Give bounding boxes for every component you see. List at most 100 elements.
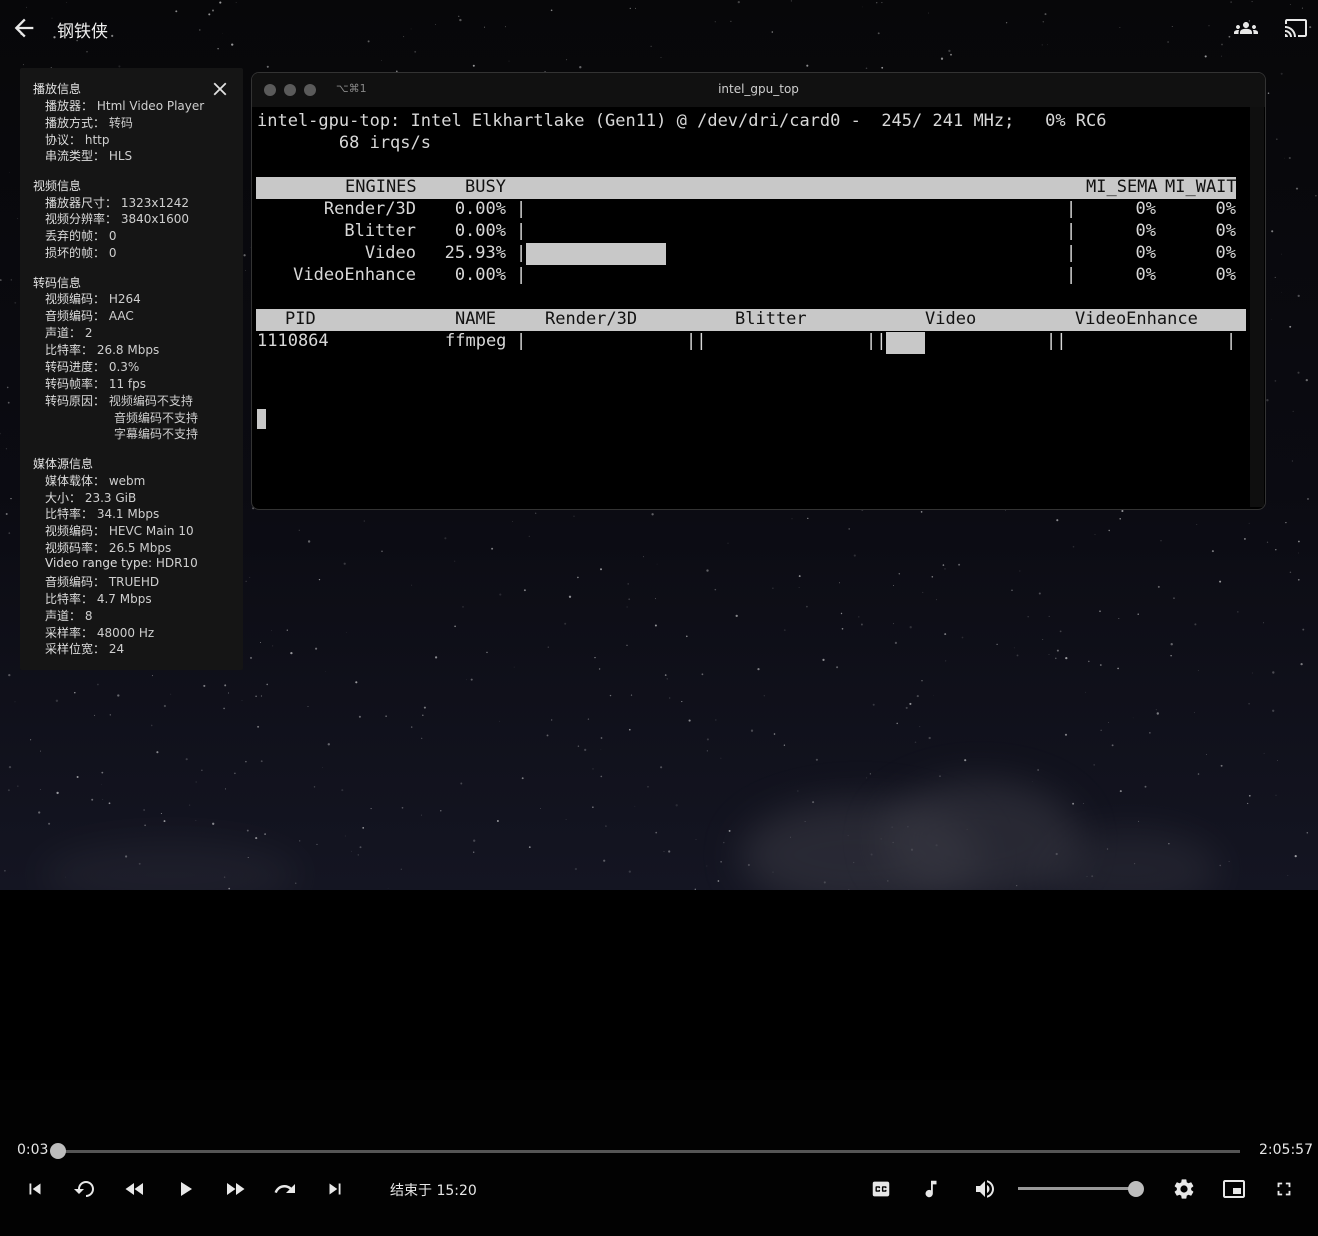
star — [626, 644, 628, 646]
volume-slider[interactable] — [1018, 1187, 1136, 1190]
star — [664, 674, 667, 676]
star — [1295, 187, 1299, 190]
star — [627, 583, 629, 585]
star — [201, 769, 203, 771]
mute-button[interactable] — [970, 1174, 1000, 1204]
star — [234, 772, 236, 775]
star — [246, 829, 249, 832]
star — [444, 537, 447, 540]
process-pid: 1110864 — [257, 331, 329, 351]
star — [783, 629, 786, 631]
terminal-body: intel-gpu-top: Intel Elkhartlake (Gen11)… — [252, 107, 1265, 509]
star — [249, 656, 253, 659]
cast-button[interactable] — [1282, 16, 1310, 40]
engine-busy: 0.00% — [454, 199, 506, 219]
star — [1305, 378, 1308, 382]
seek-thumb[interactable] — [50, 1143, 66, 1159]
syncplay-button[interactable] — [1232, 16, 1260, 40]
star — [1038, 592, 1041, 595]
close-info-button[interactable] — [209, 78, 231, 100]
star — [163, 820, 166, 823]
page-title: 钢铁侠 — [57, 22, 108, 42]
process-video-bar — [886, 332, 925, 354]
info-row: 转码进度： 0.3% — [45, 360, 140, 374]
star — [195, 819, 197, 821]
settings-button[interactable] — [1169, 1174, 1199, 1204]
terminal-scrollbar[interactable] — [1250, 107, 1264, 507]
fullscreen-button[interactable] — [1269, 1174, 1299, 1204]
info-row: 采样率： 48000 Hz — [45, 626, 155, 640]
star — [1056, 519, 1059, 522]
previous-button[interactable] — [20, 1174, 50, 1204]
star — [17, 785, 19, 787]
player-controls — [0, 1080, 1318, 1236]
star — [1118, 618, 1120, 619]
star — [860, 623, 863, 626]
star — [224, 684, 227, 687]
audio-track-button[interactable] — [916, 1174, 946, 1204]
engines-header: ENGINES — [345, 177, 417, 197]
next-button[interactable] — [320, 1174, 350, 1204]
pip-button[interactable] — [1219, 1174, 1249, 1204]
star — [928, 736, 931, 740]
star — [694, 888, 696, 890]
star — [1137, 613, 1139, 615]
play-button[interactable] — [170, 1174, 200, 1204]
play-icon — [181, 1182, 192, 1196]
star — [1088, 660, 1090, 663]
star — [660, 766, 663, 769]
star — [866, 777, 868, 779]
star — [579, 66, 582, 69]
star — [858, 616, 860, 618]
star — [163, 704, 167, 708]
star — [466, 679, 467, 681]
star — [798, 587, 800, 588]
star — [609, 694, 612, 697]
engine-sema: 0% — [1135, 243, 1156, 263]
back-button[interactable] — [10, 14, 38, 42]
star — [1064, 733, 1068, 736]
star — [1056, 649, 1059, 652]
star — [8, 532, 11, 534]
star — [260, 760, 263, 763]
star — [343, 562, 346, 565]
star — [701, 673, 704, 676]
star — [160, 812, 162, 815]
star — [1117, 667, 1119, 670]
engine-busy: 0.00% — [454, 265, 506, 285]
star — [8, 673, 11, 677]
star — [48, 822, 51, 825]
process-pipe: || — [866, 331, 887, 351]
info-row: 转码原因： 视频编码不支持 — [45, 394, 193, 408]
engine-bar-right-pipe: | — [1066, 243, 1077, 263]
star — [663, 851, 665, 853]
star — [773, 733, 776, 735]
rewind-button[interactable] — [120, 1174, 150, 1204]
star — [584, 748, 587, 752]
replay-button[interactable] — [70, 1174, 100, 1204]
process-name: ffmpeg — [445, 331, 507, 351]
forward-button[interactable] — [270, 1174, 300, 1204]
seek-bar[interactable] — [58, 1150, 1240, 1153]
star — [170, 693, 172, 695]
star — [909, 702, 912, 705]
fast-forward-button[interactable] — [220, 1174, 250, 1204]
star — [706, 569, 709, 572]
star — [628, 870, 631, 873]
star — [498, 720, 500, 722]
star — [462, 606, 464, 608]
star — [1266, 541, 1269, 543]
terminal-line: 68 irqs/s — [257, 133, 431, 153]
star — [894, 641, 898, 645]
subtitles-button[interactable] — [866, 1174, 896, 1204]
star — [944, 633, 947, 636]
star — [757, 667, 760, 671]
star — [893, 623, 894, 625]
star — [1281, 292, 1282, 293]
volume-thumb[interactable] — [1128, 1181, 1144, 1197]
blitter-header: Blitter — [735, 309, 807, 329]
star — [573, 515, 575, 517]
star — [358, 715, 361, 718]
info-row: Video range type: HDR10 — [45, 556, 198, 570]
engine-sema: 0% — [1135, 265, 1156, 285]
